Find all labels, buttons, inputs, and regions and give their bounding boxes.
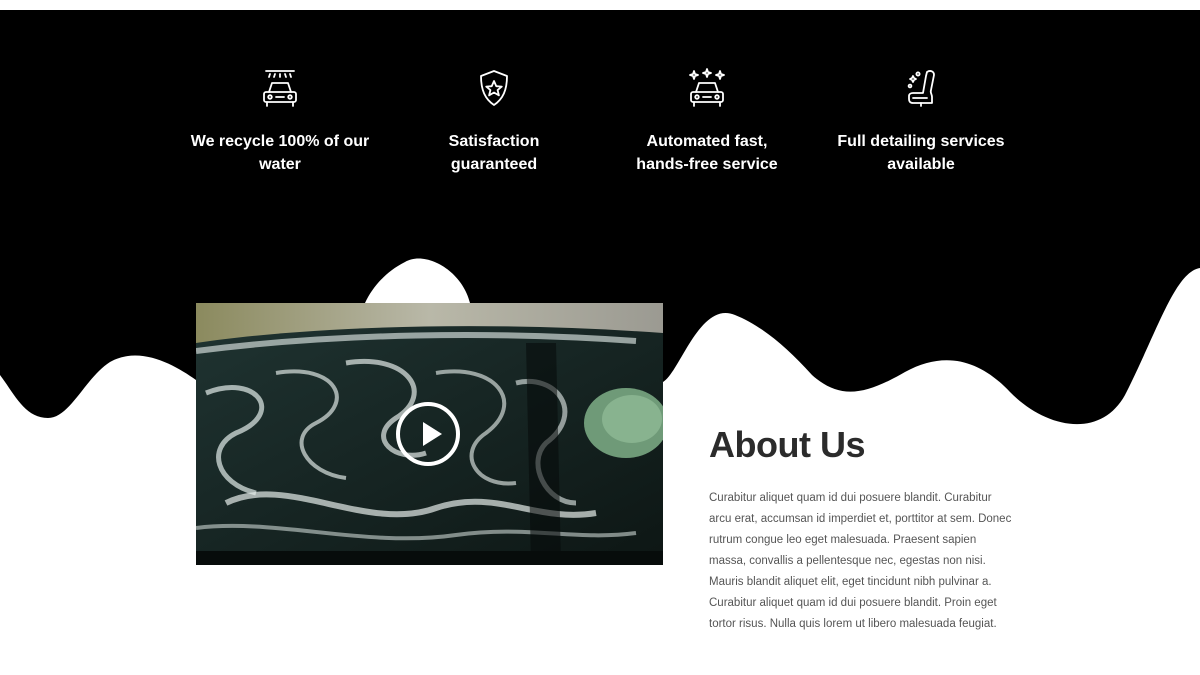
feature-label-line1: Full detailing services <box>837 133 1005 150</box>
about-body: Curabitur aliquet quam id dui posuere bl… <box>709 492 1012 630</box>
feature-label-line1: Automated fast, <box>646 133 768 150</box>
car-seat-icon <box>907 70 935 107</box>
video-thumbnail[interactable] <box>196 303 663 565</box>
feature-satisfaction: Satisfaction guaranteed <box>379 66 609 176</box>
feature-label-line2: hands-free service <box>636 156 778 173</box>
feature-label-line2: available <box>887 156 955 173</box>
feature-label-line2: water <box>259 156 301 173</box>
shield-star-icon <box>480 70 508 106</box>
sparkling-car-icon <box>689 68 725 107</box>
feature-detailing: Full detailing services available <box>806 66 1036 176</box>
play-button[interactable] <box>396 402 460 466</box>
feature-label-line2: guaranteed <box>450 156 538 173</box>
feature-label-line1: We recycle 100% of our <box>190 133 370 150</box>
feature-label-line1: Satisfaction <box>448 133 540 150</box>
car-wash-icon <box>263 70 297 107</box>
top-strip <box>0 0 1200 10</box>
about-title: About Us <box>709 424 865 465</box>
feature-automated: Automated fast, hands-free service <box>592 66 822 176</box>
feature-water-recycle: We recycle 100% of our water <box>165 66 395 176</box>
play-icon <box>423 422 442 446</box>
